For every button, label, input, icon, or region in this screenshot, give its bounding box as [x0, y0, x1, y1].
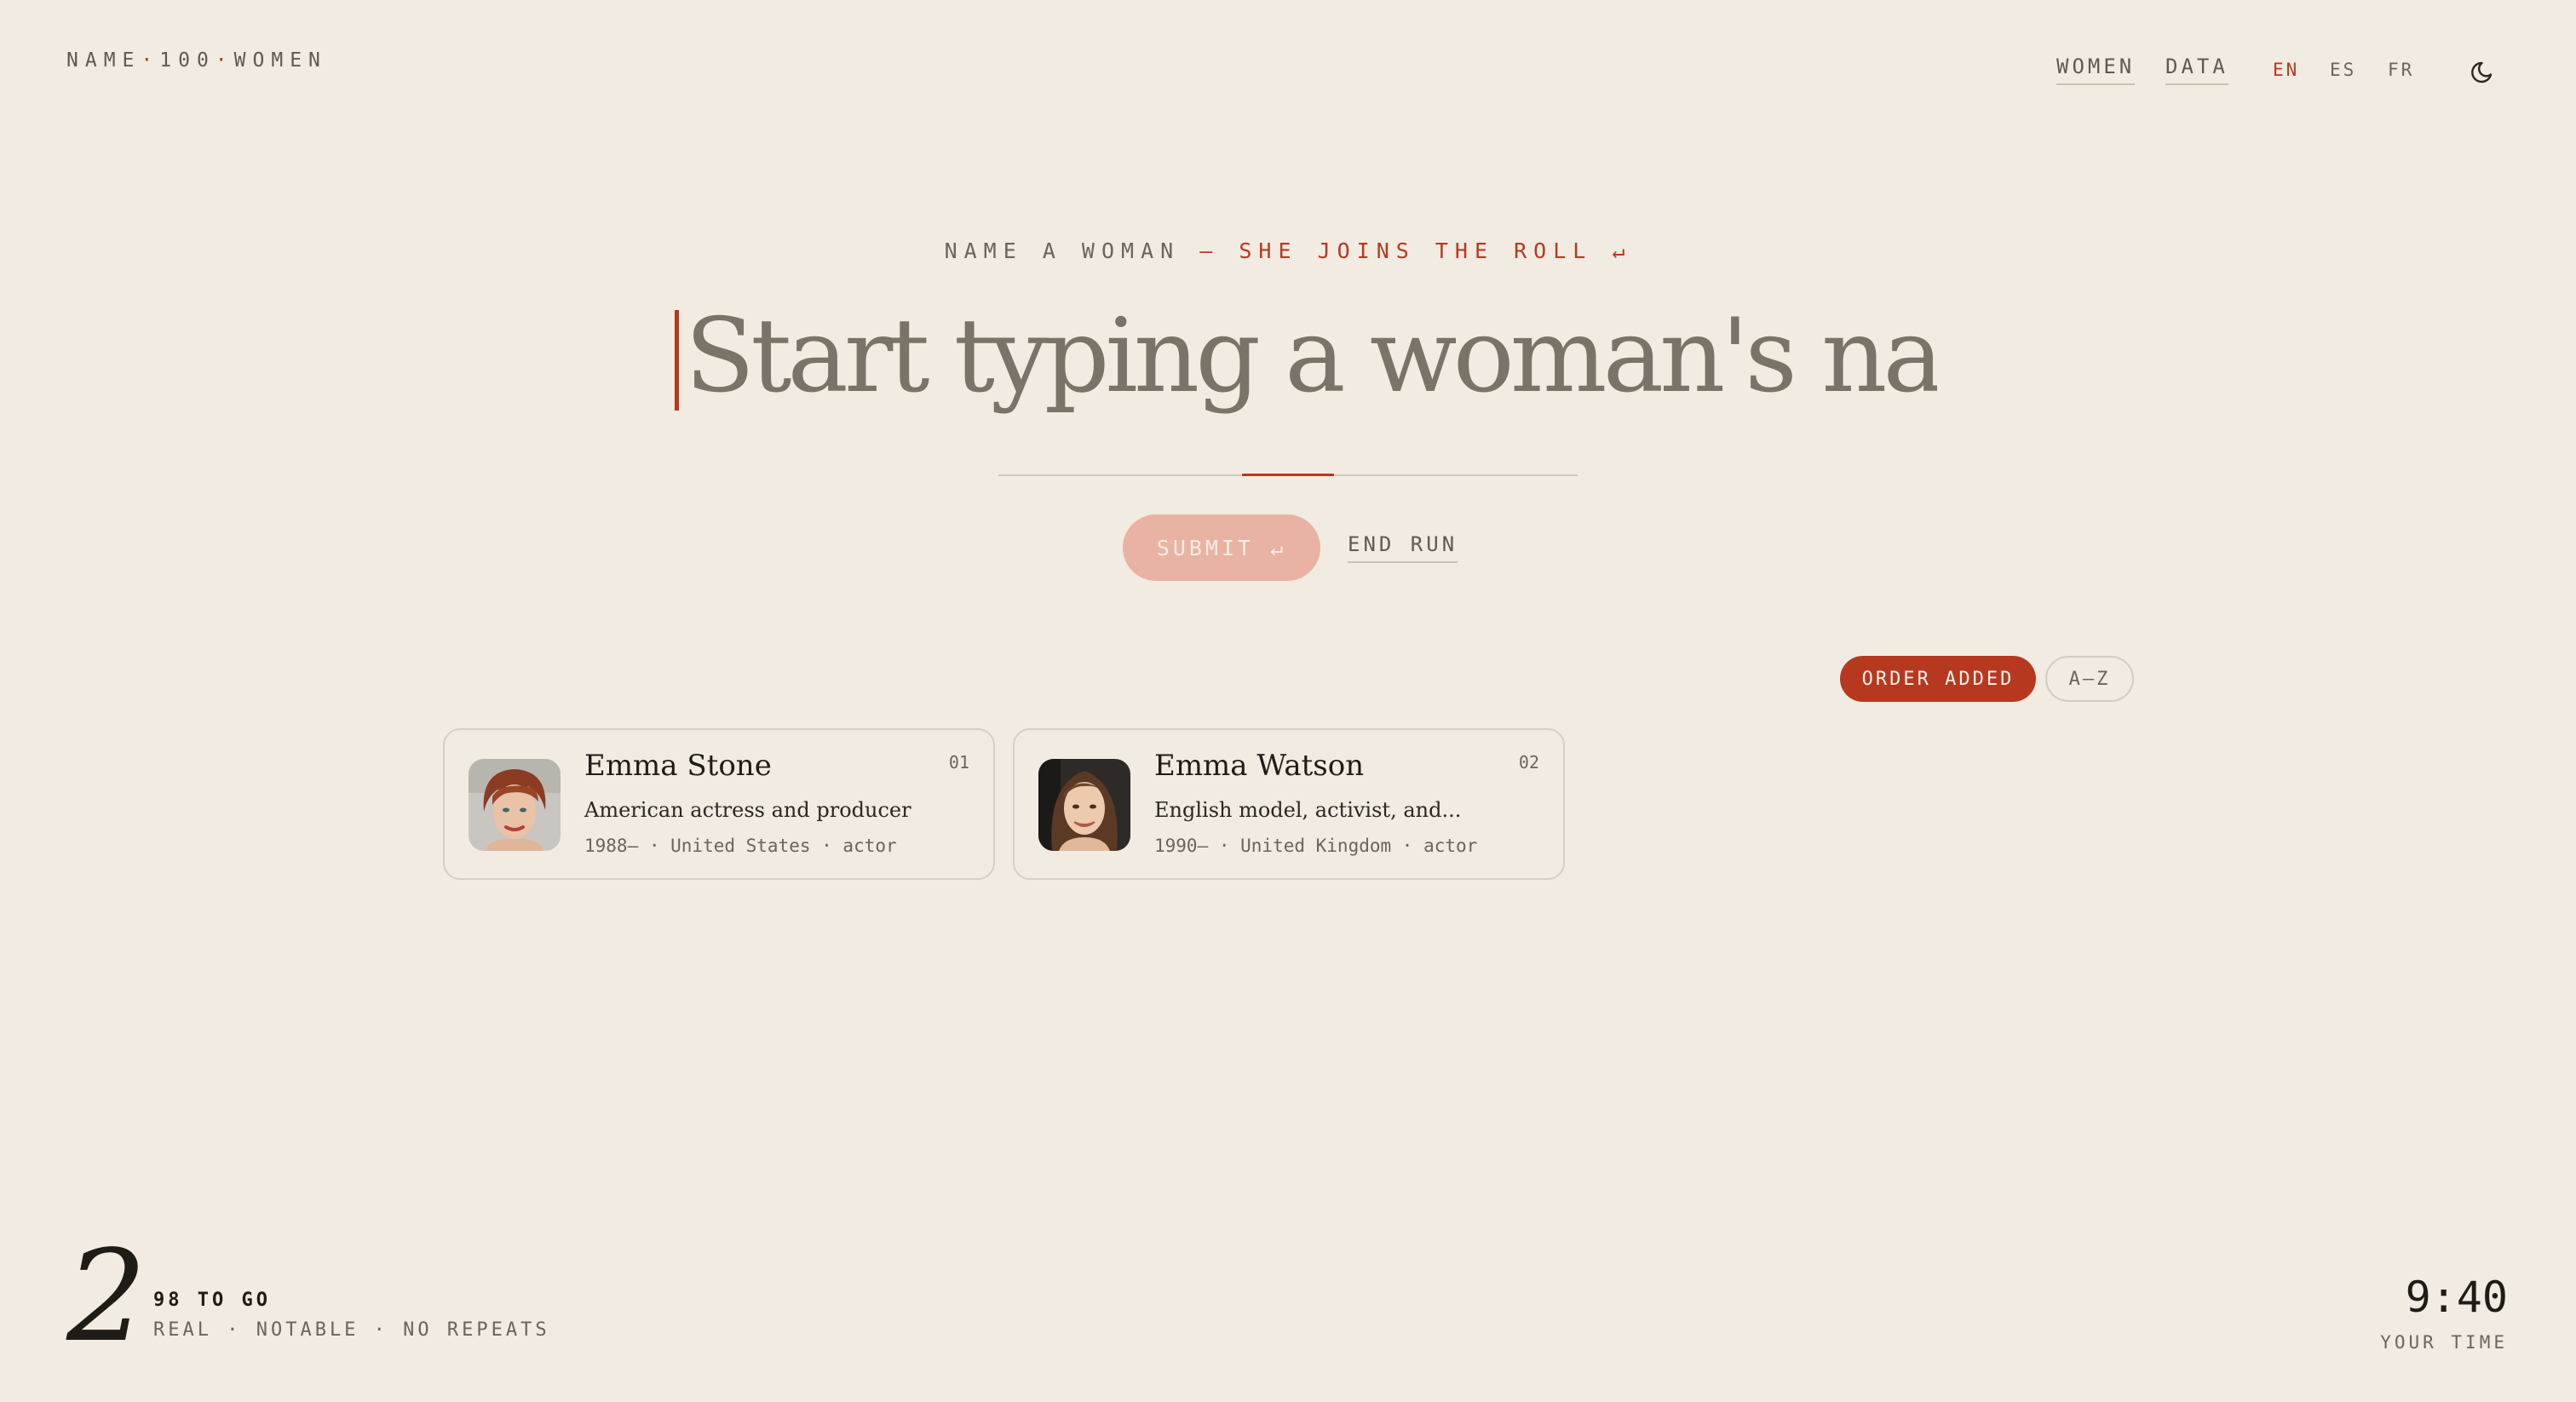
language-option-fr[interactable]: FR — [2388, 60, 2414, 80]
language-option-en[interactable]: EN — [2273, 60, 2299, 80]
eyebrow-accent-text: — SHE JOINS THE ROLL ↵ — [1199, 238, 1632, 263]
portrait-image — [1038, 759, 1130, 851]
brand-part-number: 100 — [159, 49, 216, 72]
woman-name: Emma Stone — [584, 749, 772, 783]
sort-alphabetical-button[interactable]: A–Z — [2045, 656, 2134, 702]
woman-description: American actress and producer — [584, 798, 911, 822]
woman-card[interactable]: Emma Watson English model, activist, and… — [1013, 728, 1565, 880]
nav-link-women[interactable]: WOMEN — [2056, 55, 2136, 85]
avatar — [1038, 759, 1130, 851]
entry-number: 01 — [948, 752, 969, 773]
moon-icon — [2471, 61, 2493, 83]
portrait-image — [469, 759, 561, 851]
timer-label: YOUR TIME — [2380, 1332, 2508, 1353]
woman-meta: 1988– · United States · actor — [584, 836, 897, 856]
woman-name: Emma Watson — [1154, 749, 1365, 783]
nav-link-data[interactable]: DATA — [2165, 55, 2228, 85]
end-run-button[interactable]: END RUN — [1348, 532, 1458, 563]
woman-meta: 1990– · United Kingdom · actor — [1154, 836, 1478, 856]
entry-number: 02 — [1518, 752, 1539, 773]
brand-part-women: WOMEN — [233, 49, 327, 72]
language-option-es[interactable]: ES — [2330, 60, 2356, 80]
theme-toggle-button[interactable] — [2467, 53, 2501, 87]
woman-name-input[interactable] — [685, 296, 1937, 416]
sort-order-added-button[interactable]: ORDER ADDED — [1840, 656, 2036, 702]
avatar — [469, 759, 561, 851]
game-rules: REAL · NOTABLE · NO REPEATS — [153, 1319, 550, 1341]
name-input-wrapper — [673, 296, 1937, 416]
brand-separator: · — [215, 49, 234, 72]
text-caret — [675, 310, 679, 411]
brand-separator: · — [141, 49, 160, 72]
eyebrow-text: NAME A WOMAN — [944, 238, 1181, 263]
submit-button[interactable]: SUBMIT ↵ — [1123, 514, 1320, 581]
timer-display: 9:40 — [2405, 1273, 2508, 1322]
prompt-eyebrow: NAME A WOMAN — SHE JOINS THE ROLL ↵ — [0, 238, 2576, 263]
brand-part-name: NAME — [66, 49, 141, 72]
woman-card[interactable]: Emma Stone American actress and producer… — [443, 728, 995, 880]
remaining-count: 98 TO GO — [153, 1290, 271, 1311]
woman-description: English model, activist, and... — [1154, 798, 1462, 822]
input-underline-accent — [1242, 474, 1334, 476]
named-count: 2 — [66, 1223, 147, 1370]
brand-logo[interactable]: NAME·100·WOMEN — [66, 49, 327, 72]
